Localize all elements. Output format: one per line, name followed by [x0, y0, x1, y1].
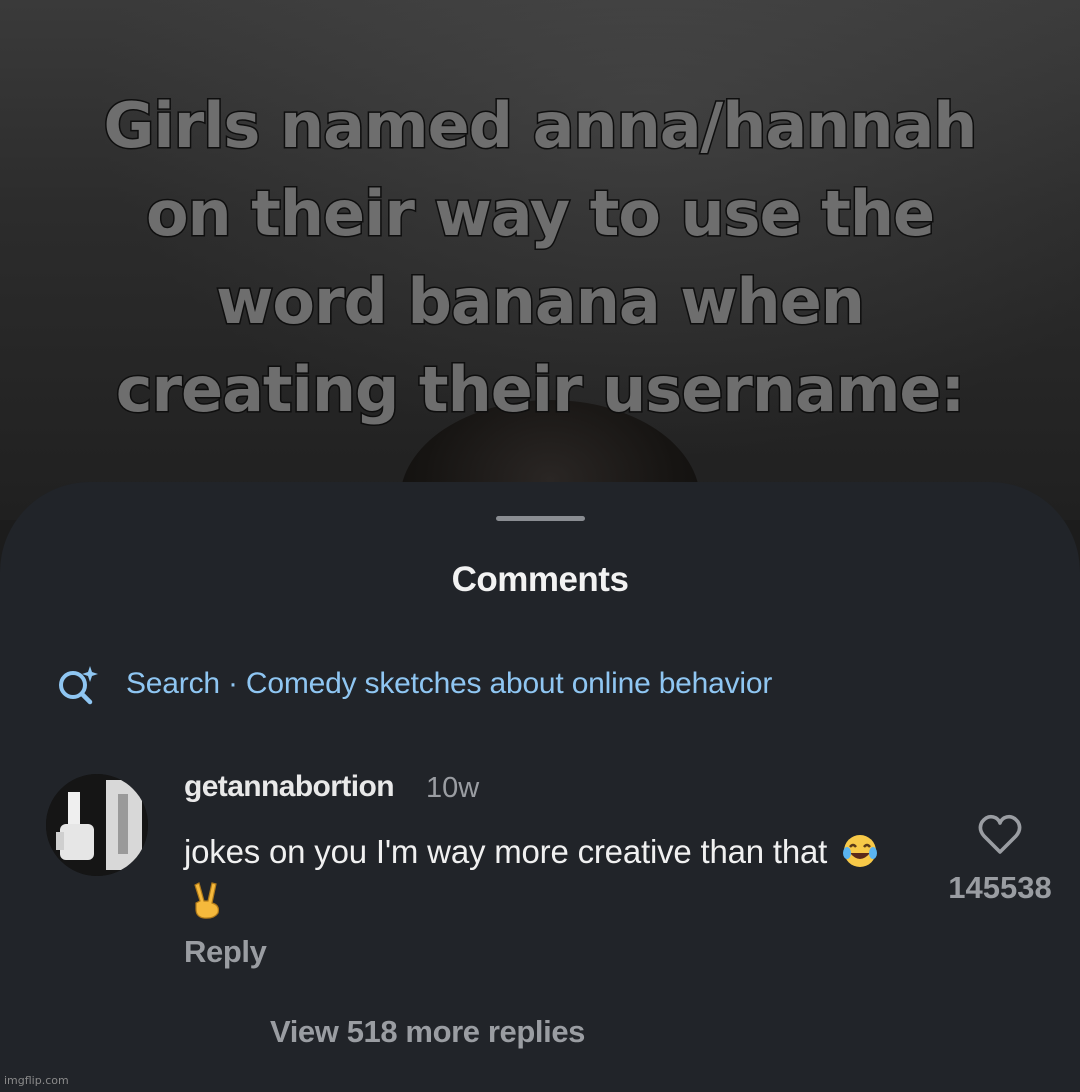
caption-line: on their way to use the: [144, 176, 936, 252]
search-suggestion[interactable]: Search · Comedy sketches about online be…: [54, 662, 772, 706]
caption-line: creating their username:: [114, 352, 967, 428]
search-suggestion-text: Search · Comedy sketches about online be…: [126, 667, 773, 700]
video-frame[interactable]: Girls named anna/hannah on their way to …: [0, 0, 1080, 520]
reply-button[interactable]: Reply: [184, 934, 267, 970]
heart-outline-icon[interactable]: [976, 812, 1024, 856]
caption-line: word banana when: [215, 264, 867, 340]
search-sparkle-icon: [59, 666, 98, 705]
victory-hand-emoji: [190, 881, 224, 930]
like-count: 145538: [948, 870, 1052, 905]
screen: Girls named anna/hannah on their way to …: [0, 0, 1080, 1092]
comment-text-content: jokes on you I'm way more creative than …: [184, 833, 828, 870]
view-more-replies-button[interactable]: View 518 more replies: [270, 1014, 585, 1050]
video-caption-overlay: Girls named anna/hannah on their way to …: [40, 82, 1040, 434]
avatar-image: [46, 774, 148, 876]
comments-title: Comments: [451, 560, 629, 599]
comments-sheet: Comments Search · Comedy sketches about …: [0, 482, 1080, 1092]
caption-line: Girls named anna/hannah: [102, 88, 979, 164]
comment-text: jokes on you I'm way more creative than …: [184, 830, 904, 930]
tears-of-joy-emoji: [842, 833, 878, 880]
comment-username[interactable]: getannabortion: [184, 770, 395, 804]
avatar[interactable]: [46, 774, 148, 876]
watermark: imgflip.com: [4, 1074, 69, 1087]
drag-handle[interactable]: [496, 516, 585, 521]
comment-timestamp: 10w: [426, 772, 480, 804]
